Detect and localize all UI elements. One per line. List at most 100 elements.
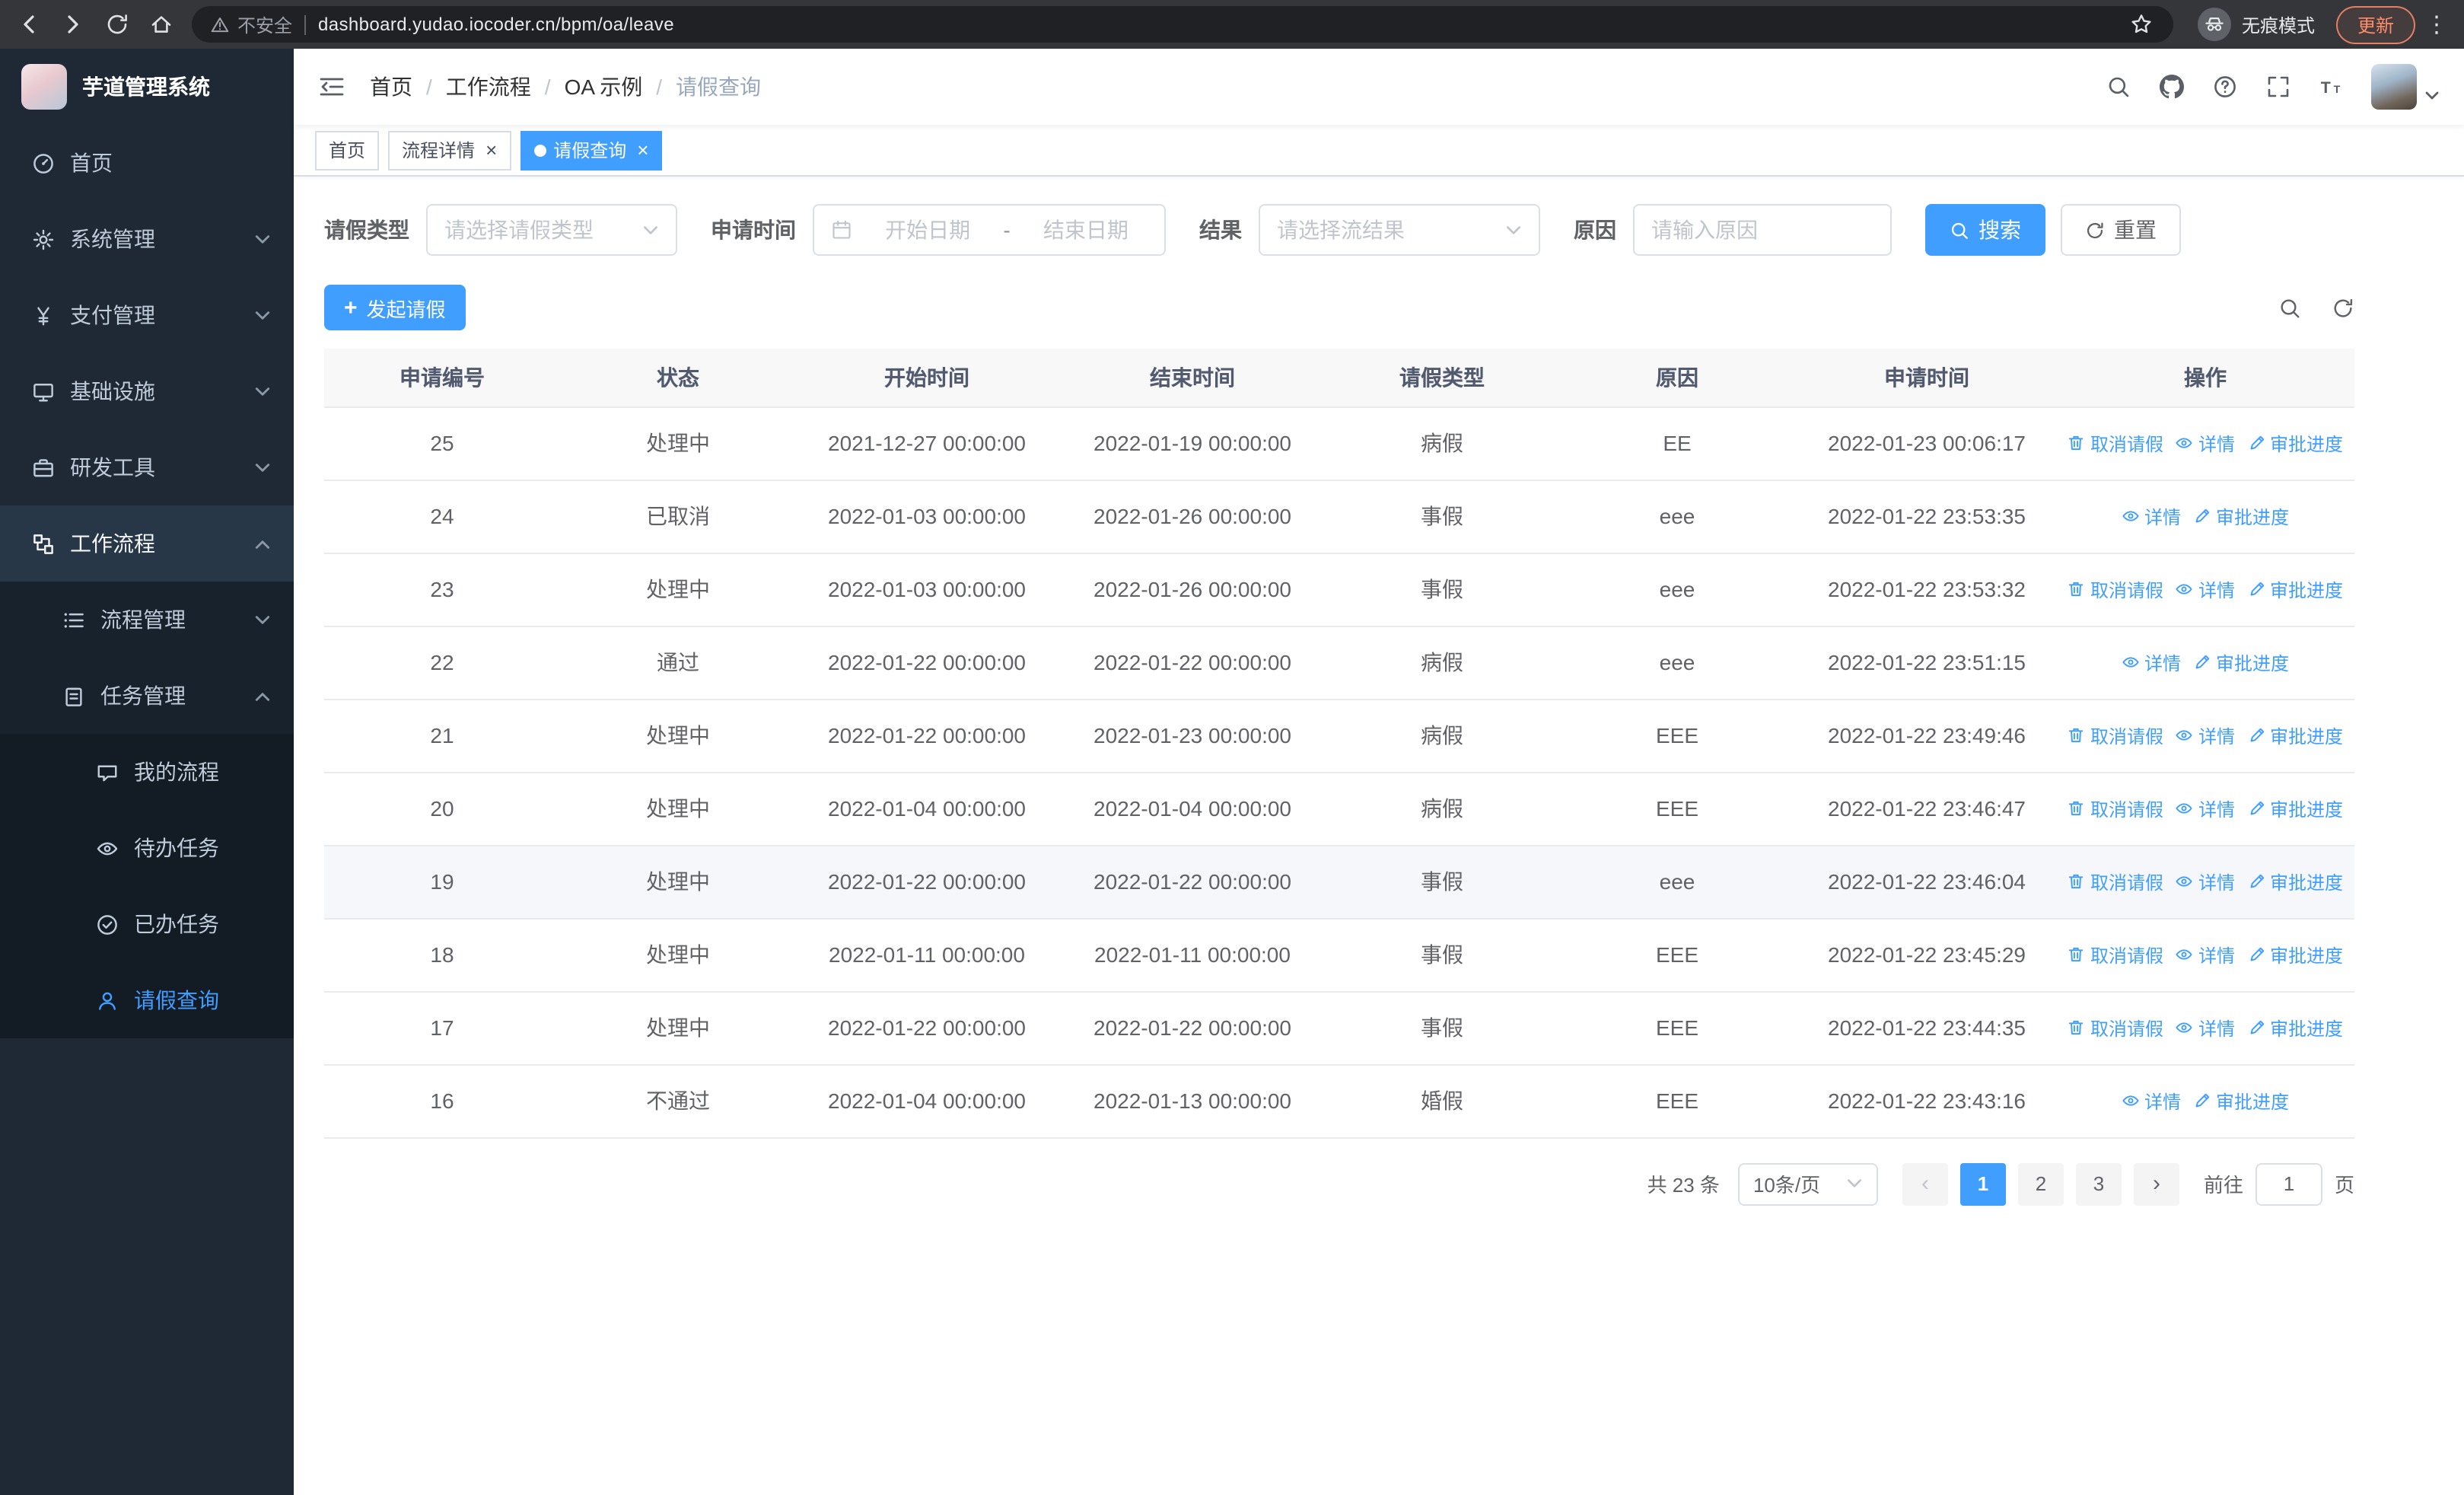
detail-link[interactable]: 详情 (2176, 942, 2235, 968)
row-actions: 取消请假 详情 审批进度 (2056, 918, 2354, 992)
detail-link[interactable]: 详情 (2176, 723, 2235, 749)
detail-link[interactable]: 详情 (2176, 869, 2235, 895)
cancel-leave-link[interactable]: 取消请假 (2068, 1015, 2163, 1041)
search-icon[interactable] (2278, 296, 2301, 319)
edit-icon (2247, 800, 2265, 818)
bookmark-star-icon[interactable] (2129, 11, 2155, 37)
sidebar-item-system[interactable]: 系统管理 (0, 201, 294, 277)
breadcrumb-item[interactable]: 首页 (370, 72, 412, 102)
reason-input[interactable]: 请输入原因 (1633, 204, 1892, 256)
trash-icon (2068, 946, 2086, 964)
eye-icon (94, 836, 119, 860)
sidebar-item-devtools[interactable]: 研发工具 (0, 429, 294, 505)
tab-leave-query[interactable]: 请假查询 × (520, 130, 663, 170)
tab-process-detail[interactable]: 流程详情 × (388, 130, 511, 170)
cancel-leave-link[interactable]: 取消请假 (2068, 942, 2163, 968)
column-header: 请假类型 (1327, 349, 1557, 407)
goto-page-input[interactable] (2255, 1162, 2322, 1205)
cancel-leave-link[interactable]: 取消请假 (2068, 723, 2163, 749)
progress-link[interactable]: 审批进度 (2247, 431, 2343, 457)
progress-link[interactable]: 审批进度 (2193, 504, 2289, 530)
page-size-select[interactable]: 10条/页 (1737, 1162, 1878, 1205)
home-icon[interactable] (148, 11, 173, 37)
page-buttons: 123 (1959, 1162, 2122, 1205)
breadcrumb-item[interactable]: 工作流程 (446, 72, 531, 102)
sidebar-item-process-management[interactable]: 流程管理 (0, 582, 294, 658)
chrome-update-button[interactable]: 更新 (2335, 5, 2415, 43)
sidebar-item-infrastructure[interactable]: 基础设施 (0, 353, 294, 429)
detail-link[interactable]: 详情 (2122, 1089, 2181, 1114)
sidebar-toggle-icon[interactable] (318, 75, 345, 99)
detail-link[interactable]: 详情 (2176, 796, 2235, 822)
trash-icon (2068, 435, 2086, 453)
page-button-2[interactable]: 2 (2017, 1162, 2064, 1205)
progress-link[interactable]: 审批进度 (2247, 796, 2343, 822)
search-button[interactable]: 搜索 (1925, 204, 2045, 256)
start-date-input[interactable]: 开始日期 (866, 215, 989, 245)
next-page-button[interactable]: › (2133, 1162, 2179, 1205)
prev-page-button[interactable]: ‹ (1902, 1162, 1948, 1205)
docs-icon[interactable] (2211, 74, 2237, 100)
github-icon[interactable] (2158, 74, 2184, 100)
cancel-leave-link[interactable]: 取消请假 (2068, 869, 2163, 895)
reason-filter: 原因 请输入原因 (1574, 204, 1892, 256)
breadcrumb-item: 请假查询 (676, 75, 762, 99)
sidebar-item-home[interactable]: 首页 (0, 125, 294, 201)
progress-link[interactable]: 审批进度 (2247, 869, 2343, 895)
detail-link[interactable]: 详情 (2176, 577, 2235, 603)
detail-link[interactable]: 详情 (2176, 431, 2235, 457)
sidebar: 芋道管理系统 首页 系统管理 支付管理 基础设施 研发工具 工作流程 流程管理 任务管理 我的流… (0, 49, 294, 1495)
reset-button[interactable]: 重置 (2061, 204, 2181, 256)
font-size-icon[interactable]: TT (2318, 74, 2344, 100)
filter-form: 请假类型 请选择请假类型 申请时间 开始日期 - 结束日期 结果 请选择流结果 … (324, 204, 2354, 256)
sidebar-item-payment[interactable]: 支付管理 (0, 277, 294, 353)
sidebar-item-done-tasks[interactable]: 已办任务 (0, 886, 294, 962)
close-icon[interactable]: × (485, 140, 497, 160)
user-menu[interactable] (2371, 64, 2440, 110)
eye-icon (2176, 946, 2194, 964)
create-leave-button[interactable]: + 发起请假 (324, 285, 466, 330)
forward-icon[interactable] (59, 11, 85, 37)
goto-label: 前往 (2203, 1174, 2243, 1197)
progress-link[interactable]: 审批进度 (2247, 942, 2343, 968)
sidebar-item-task-management[interactable]: 任务管理 (0, 658, 294, 734)
cancel-leave-link[interactable]: 取消请假 (2068, 577, 2163, 603)
close-icon[interactable]: × (637, 140, 648, 160)
breadcrumb-item[interactable]: OA 示例 (565, 72, 643, 102)
fullscreen-icon[interactable] (2265, 74, 2291, 100)
leave-type: 事假 (1327, 553, 1557, 626)
cancel-leave-link[interactable]: 取消请假 (2068, 431, 2163, 457)
trash-icon (2068, 873, 2086, 891)
refresh-icon[interactable] (2332, 296, 2354, 319)
sidebar-item-todo-tasks[interactable]: 待办任务 (0, 810, 294, 886)
progress-link[interactable]: 审批进度 (2193, 1089, 2289, 1114)
progress-link[interactable]: 审批进度 (2193, 650, 2289, 676)
security-warning[interactable]: 不安全 (210, 11, 292, 37)
back-icon[interactable] (15, 11, 41, 37)
row-actions: 详情 审批进度 (2056, 626, 2354, 700)
progress-link[interactable]: 审批进度 (2247, 1015, 2343, 1041)
page-button-3[interactable]: 3 (2075, 1162, 2122, 1205)
result-select[interactable]: 请选择流结果 (1259, 204, 1540, 256)
breadcrumb-separator: / (426, 75, 432, 99)
leave-type-select[interactable]: 请选择请假类型 (426, 204, 677, 256)
progress-link[interactable]: 审批进度 (2247, 577, 2343, 603)
search-icon[interactable] (2105, 74, 2131, 100)
tab-home[interactable]: 首页 (315, 130, 380, 170)
sidebar-item-leave-query[interactable]: 请假查询 (0, 962, 294, 1038)
browser-menu-icon[interactable]: ⋮ (2424, 11, 2449, 38)
reload-icon[interactable] (103, 11, 129, 37)
cancel-leave-link[interactable]: 取消请假 (2068, 796, 2163, 822)
sidebar-item-workflow[interactable]: 工作流程 (0, 505, 294, 582)
sidebar-item-my-process[interactable]: 我的流程 (0, 734, 294, 810)
end-date-input[interactable]: 结束日期 (1024, 215, 1148, 245)
progress-link[interactable]: 审批进度 (2247, 723, 2343, 749)
detail-link[interactable]: 详情 (2122, 650, 2181, 676)
page-button-1[interactable]: 1 (1959, 1162, 2006, 1205)
apply-time-range-picker[interactable]: 开始日期 - 结束日期 (813, 204, 1166, 256)
end-time: 2022-01-22 00:00:00 (1058, 845, 1327, 919)
detail-link[interactable]: 详情 (2122, 504, 2181, 530)
app-logo[interactable]: 芋道管理系统 (0, 49, 294, 125)
detail-link[interactable]: 详情 (2176, 1015, 2235, 1041)
address-bar[interactable]: 不安全 dashboard.yudao.iocoder.cn/bpm/oa/le… (192, 6, 2173, 43)
